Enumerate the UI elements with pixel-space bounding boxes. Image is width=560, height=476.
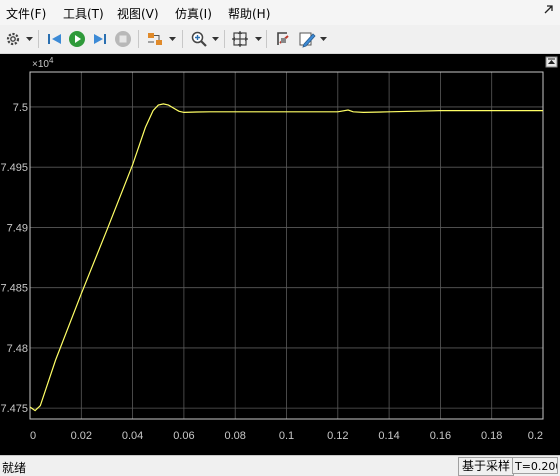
x-tick-label: 0.04 bbox=[122, 430, 143, 442]
x-tick-label: 0.18 bbox=[481, 430, 502, 442]
menu-bar: 文件(F) 工具(T) 视图(V) 仿真(I) 帮助(H) bbox=[0, 0, 560, 25]
y-tick-label: 7.495 bbox=[0, 162, 28, 174]
status-text: 就绪 bbox=[2, 461, 27, 475]
x-tick-label: 0.08 bbox=[224, 430, 245, 442]
undock-arrow-icon[interactable] bbox=[542, 2, 556, 16]
scope-chart: 0 0.02 0.04 0.06 0.08 0.1 0.12 0.14 0.16 0.18 0.2 … bbox=[0, 56, 558, 442]
cursor-measure-icon[interactable] bbox=[272, 28, 294, 50]
toolbar-separator bbox=[182, 30, 183, 48]
step-forward-icon[interactable] bbox=[88, 28, 110, 50]
menu-simulation[interactable]: 仿真(I) bbox=[175, 5, 212, 22]
grid-lines bbox=[29, 72, 544, 419]
y-tick-label: 7.49 bbox=[7, 222, 28, 234]
y-exponent-label: ×104 bbox=[32, 56, 54, 70]
x-tick-label: 0.14 bbox=[378, 430, 399, 442]
signal-dropdown-icon[interactable] bbox=[167, 28, 177, 50]
y-tick-labels: 7.475 7.48 7.485 7.49 7.495 7.5 bbox=[0, 102, 28, 415]
toolbar bbox=[0, 25, 560, 54]
zoom-icon[interactable] bbox=[188, 28, 210, 50]
edit-style-icon[interactable] bbox=[296, 28, 318, 50]
scope-plot-window[interactable]: 0 0.02 0.04 0.06 0.08 0.1 0.12 0.14 0.16 0.18 0.2 … bbox=[0, 54, 560, 455]
menu-tools[interactable]: 工具(T) bbox=[63, 5, 104, 22]
toolbar-separator bbox=[138, 30, 139, 48]
y-tick-label: 7.5 bbox=[13, 102, 28, 114]
menu-help[interactable]: 帮助(H) bbox=[228, 5, 270, 22]
menu-view[interactable]: 视图(V) bbox=[117, 5, 159, 22]
style-dropdown-icon[interactable] bbox=[318, 28, 328, 50]
y-tick-label: 7.48 bbox=[7, 343, 28, 355]
toolbar-separator bbox=[38, 30, 39, 48]
x-tick-label: 0.16 bbox=[430, 430, 451, 442]
zoom-dropdown-icon[interactable] bbox=[210, 28, 220, 50]
settings-dropdown-icon[interactable] bbox=[24, 28, 34, 50]
menu-file[interactable]: 文件(F) bbox=[6, 5, 46, 22]
sample-mode-indicator: 基于采样 bbox=[458, 457, 515, 476]
toolbar-separator bbox=[224, 30, 225, 48]
stop-icon[interactable] bbox=[112, 28, 134, 50]
signal-select-icon[interactable] bbox=[144, 28, 166, 50]
toolbar-separator bbox=[266, 30, 267, 48]
fit-view-icon[interactable] bbox=[229, 28, 251, 50]
x-tick-label: 0 bbox=[30, 430, 36, 442]
x-tick-label: 0.12 bbox=[327, 430, 348, 442]
x-tick-labels: 0 0.02 0.04 0.06 0.08 0.1 0.12 0.14 0.16 0.18 0.2 bbox=[30, 430, 543, 442]
x-tick-label: 0.1 bbox=[279, 430, 294, 442]
fit-dropdown-icon[interactable] bbox=[253, 28, 263, 50]
y-tick-label: 7.475 bbox=[0, 403, 28, 415]
run-icon[interactable] bbox=[66, 28, 88, 50]
gear-icon[interactable] bbox=[2, 28, 24, 50]
x-tick-label: 0.2 bbox=[528, 430, 543, 442]
x-tick-label: 0.02 bbox=[71, 430, 92, 442]
status-bar: 就绪 基于采样 T=0.200 bbox=[0, 455, 560, 476]
x-tick-label: 0.06 bbox=[173, 430, 194, 442]
rewind-icon[interactable] bbox=[44, 28, 66, 50]
sim-time-indicator: T=0.200 bbox=[512, 457, 558, 474]
y-tick-label: 7.485 bbox=[0, 283, 28, 295]
undock-plot-button[interactable] bbox=[545, 56, 558, 68]
